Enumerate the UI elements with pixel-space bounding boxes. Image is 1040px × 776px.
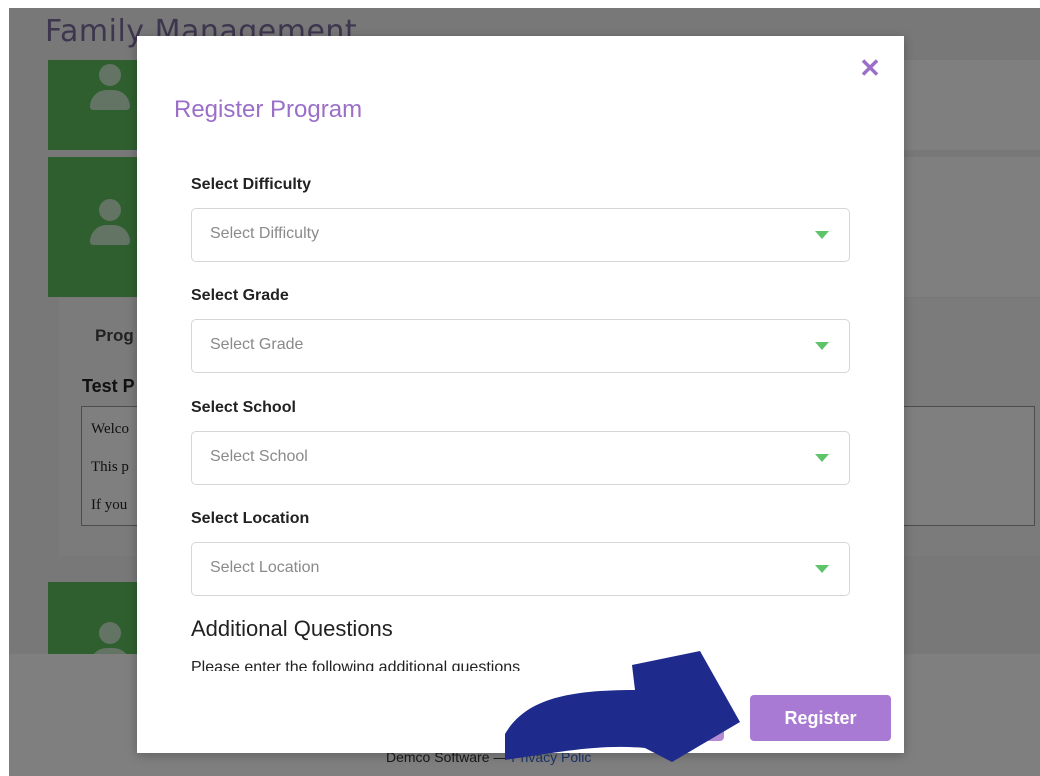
cancel-button[interactable] xyxy=(584,695,724,741)
close-icon[interactable]: ✕ xyxy=(858,55,882,81)
additional-questions-heading: Additional Questions xyxy=(191,616,393,641)
register-program-modal: ✕ Register Program Select Difficulty Sel… xyxy=(137,36,904,753)
difficulty-select[interactable]: Select Difficulty xyxy=(191,208,850,262)
school-label: Select School xyxy=(191,399,296,416)
grade-placeholder: Select Grade xyxy=(210,336,304,353)
difficulty-label: Select Difficulty xyxy=(191,176,312,193)
location-select[interactable]: Select Location xyxy=(191,542,850,596)
chevron-down-icon xyxy=(815,565,829,573)
grade-select[interactable]: Select Grade xyxy=(191,319,850,373)
difficulty-placeholder: Select Difficulty xyxy=(210,225,320,242)
chevron-down-icon xyxy=(815,342,829,350)
grade-label: Select Grade xyxy=(191,287,289,304)
school-placeholder: Select School xyxy=(210,448,308,465)
chevron-down-icon xyxy=(815,454,829,462)
location-placeholder: Select Location xyxy=(210,559,320,576)
location-label: Select Location xyxy=(191,510,310,527)
register-button[interactable]: Register xyxy=(750,695,891,741)
chevron-down-icon xyxy=(815,231,829,239)
modal-title: Register Program xyxy=(174,96,363,123)
modal-footer: Register xyxy=(137,676,904,753)
school-select[interactable]: Select School xyxy=(191,431,850,485)
additional-questions-description: Please enter the following additional qu… xyxy=(191,659,521,671)
